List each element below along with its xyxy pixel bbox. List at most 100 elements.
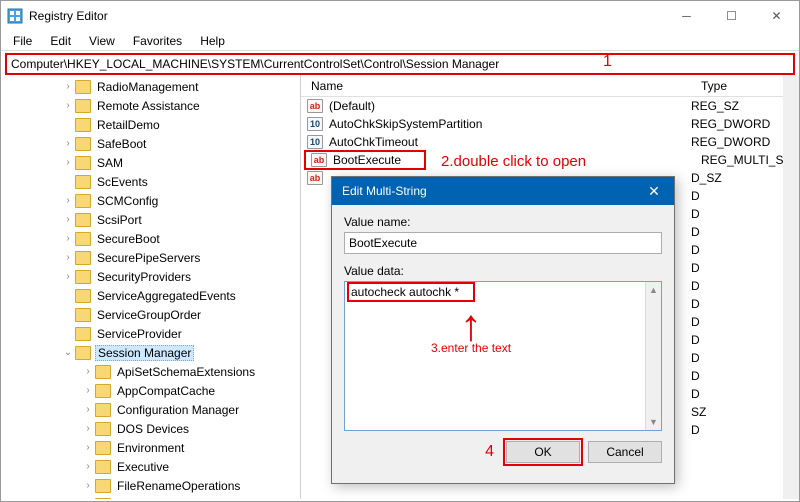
- menu-edit[interactable]: Edit: [42, 32, 79, 50]
- chevron-right-icon[interactable]: ›: [81, 385, 95, 396]
- tree-item[interactable]: ›DOS Devices: [1, 419, 300, 438]
- tree-item[interactable]: ›Remote Assistance: [1, 96, 300, 115]
- chevron-right-icon[interactable]: ›: [81, 461, 95, 472]
- close-button[interactable]: ✕: [754, 1, 799, 31]
- value-icon: [307, 333, 323, 347]
- chevron-right-icon[interactable]: ›: [81, 366, 95, 377]
- column-name[interactable]: Name: [301, 79, 691, 93]
- chevron-right-icon[interactable]: ›: [61, 271, 75, 282]
- value-name-input[interactable]: [344, 232, 662, 254]
- tree-item[interactable]: ›ScsiPort: [1, 210, 300, 229]
- textarea-scrollbar[interactable]: ▲ ▼: [645, 282, 661, 430]
- folder-icon: [75, 99, 91, 113]
- tree-item-label: ScEvents: [95, 175, 150, 189]
- value-type: D: [691, 279, 700, 293]
- list-scrollbar[interactable]: [783, 75, 799, 499]
- annotation-step4: 4: [485, 443, 494, 461]
- value-type: D_SZ: [691, 171, 722, 185]
- value-type: D: [691, 423, 700, 437]
- ok-button[interactable]: OK: [506, 441, 580, 463]
- tree-item[interactable]: ›AppCompatCache: [1, 381, 300, 400]
- chevron-right-icon[interactable]: ›: [61, 138, 75, 149]
- chevron-right-icon[interactable]: ›: [61, 157, 75, 168]
- menu-help[interactable]: Help: [192, 32, 233, 50]
- column-type[interactable]: Type: [691, 79, 791, 93]
- string-value-icon: ab: [311, 153, 327, 167]
- tree-item[interactable]: ›ApiSetSchemaExtensions: [1, 362, 300, 381]
- tree-item[interactable]: ServiceProvider: [1, 324, 300, 343]
- menu-bar: File Edit View Favorites Help: [1, 31, 799, 51]
- tree-item[interactable]: ⌄Session Manager: [1, 343, 300, 362]
- tree-item[interactable]: ›SecurePipeServers: [1, 248, 300, 267]
- value-type: D: [691, 207, 700, 221]
- tree-item[interactable]: ServiceGroupOrder: [1, 305, 300, 324]
- chevron-right-icon[interactable]: ›: [61, 81, 75, 92]
- value-icon: [307, 423, 323, 437]
- folder-icon: [95, 403, 111, 417]
- value-type: D: [691, 243, 700, 257]
- dialog-close-button[interactable]: ✕: [634, 177, 674, 205]
- scroll-up-icon[interactable]: ▲: [646, 282, 661, 298]
- tree-item-label: SecurityProviders: [95, 270, 193, 284]
- tree-item[interactable]: › SecurityProviders: [1, 267, 300, 286]
- value-name: AutoChkSkipSystemPartition: [329, 117, 691, 131]
- dialog-titlebar[interactable]: Edit Multi-String ✕: [332, 177, 674, 205]
- cancel-button[interactable]: Cancel: [588, 441, 662, 463]
- folder-icon: [95, 460, 111, 474]
- address-bar[interactable]: Computer\HKEY_LOCAL_MACHINE\SYSTEM\Curre…: [5, 53, 795, 75]
- tree-item[interactable]: ›FileRenameOperations: [1, 476, 300, 495]
- chevron-right-icon[interactable]: ›: [81, 480, 95, 491]
- chevron-right-icon[interactable]: ›: [81, 442, 95, 453]
- tree-item-label: Environment: [115, 441, 186, 455]
- folder-icon: [75, 289, 91, 303]
- chevron-right-icon[interactable]: ›: [61, 233, 75, 244]
- value-icon: [307, 387, 323, 401]
- tree-item[interactable]: ›SCMConfig: [1, 191, 300, 210]
- tree-item[interactable]: ›Configuration Manager: [1, 400, 300, 419]
- minimize-button[interactable]: ─: [664, 1, 709, 31]
- value-type: D: [691, 225, 700, 239]
- tree-item[interactable]: RetailDemo: [1, 115, 300, 134]
- tree-item[interactable]: ServiceAggregatedEvents: [1, 286, 300, 305]
- chevron-right-icon[interactable]: ›: [81, 423, 95, 434]
- tree-item[interactable]: › Environment: [1, 438, 300, 457]
- tree-item[interactable]: ScEvents: [1, 172, 300, 191]
- value-icon: [307, 405, 323, 419]
- tree-item[interactable]: ›I/O System: [1, 495, 300, 499]
- folder-icon: [75, 156, 91, 170]
- folder-icon: [75, 308, 91, 322]
- chevron-right-icon[interactable]: ›: [61, 100, 75, 111]
- value-row[interactable]: 10AutoChkSkipSystemPartitionREG_DWORD: [301, 115, 799, 133]
- folder-icon: [95, 422, 111, 436]
- tree-item[interactable]: ›Executive: [1, 457, 300, 476]
- value-icon: [307, 279, 323, 293]
- value-type: D: [691, 297, 700, 311]
- value-row-highlighted[interactable]: abBootExecute: [305, 151, 425, 169]
- folder-icon: [75, 80, 91, 94]
- chevron-right-icon[interactable]: ›: [61, 195, 75, 206]
- maximize-button[interactable]: ☐: [709, 1, 754, 31]
- value-type: D: [691, 369, 700, 383]
- list-header: Name Type: [301, 75, 799, 97]
- tree-item[interactable]: ›SAM: [1, 153, 300, 172]
- menu-favorites[interactable]: Favorites: [125, 32, 190, 50]
- tree-item[interactable]: ›RadioManagement: [1, 77, 300, 96]
- folder-icon: [75, 232, 91, 246]
- chevron-right-icon[interactable]: ›: [61, 252, 75, 263]
- value-type: D: [691, 333, 700, 347]
- tree-item[interactable]: ›SafeBoot: [1, 134, 300, 153]
- value-icon: [307, 207, 323, 221]
- value-row[interactable]: ab(Default)REG_SZ: [301, 97, 799, 115]
- chevron-right-icon[interactable]: ›: [61, 214, 75, 225]
- menu-view[interactable]: View: [81, 32, 123, 50]
- value-row[interactable]: 10AutoChkTimeoutREG_DWORD: [301, 133, 799, 151]
- menu-file[interactable]: File: [5, 32, 40, 50]
- tree-item[interactable]: ›SecureBoot: [1, 229, 300, 248]
- value-type: SZ: [691, 405, 706, 419]
- value-data-textarea[interactable]: autocheck autochk * ▲ ▼: [344, 281, 662, 431]
- chevron-down-icon[interactable]: ⌄: [61, 347, 75, 358]
- registry-tree[interactable]: ›RadioManagement›Remote AssistanceRetail…: [1, 75, 301, 499]
- chevron-right-icon[interactable]: ›: [81, 404, 95, 415]
- edit-multistring-dialog: Edit Multi-String ✕ Value name: Value da…: [331, 176, 675, 484]
- scroll-down-icon[interactable]: ▼: [646, 414, 661, 430]
